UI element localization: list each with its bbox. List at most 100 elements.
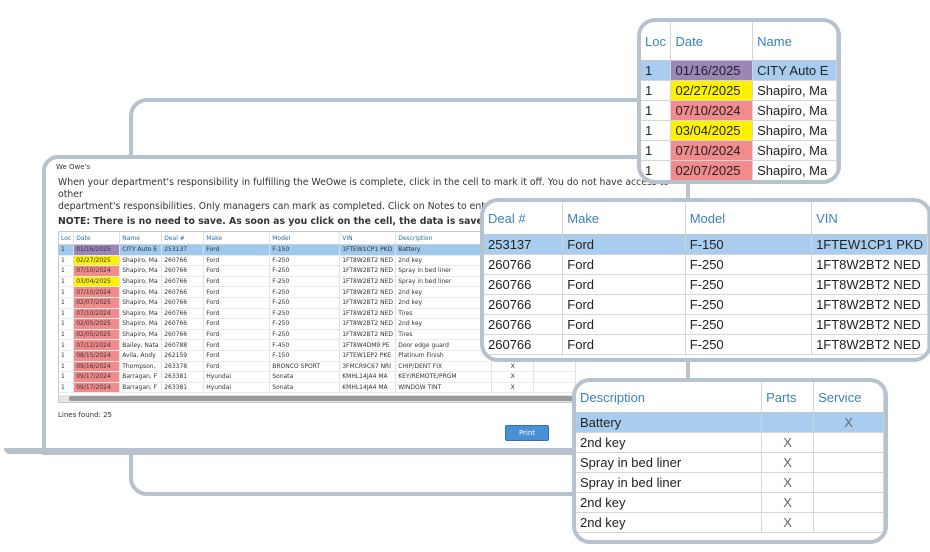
grid-cell-vin: KMHL14JA4 MA [339,371,397,383]
zoom3-cell-desc: Spray in bed liner [576,452,763,473]
zoom3-row[interactable]: 2nd key X [576,492,884,513]
zoom3-cell-desc: 2nd key [576,512,763,533]
zoom3-cell-parts[interactable]: X [761,492,815,513]
grid-cell-loc: 1 [59,318,75,330]
zoom1-cell-date: 02/27/2025 [670,80,754,101]
zoom1-row[interactable]: 1 01/16/2025 CITY Auto E [641,60,837,81]
grid-header-deal[interactable]: Deal # [161,232,205,245]
zoom3-cell-parts[interactable]: X [761,432,815,453]
grid-cell-vin: 1FT8W2BT2 NED [339,265,397,277]
grid-cell-deal: 260766 [161,276,205,288]
grid-cell-loc: 1 [59,329,75,341]
grid-cell-vin: 1FT8W2BT2 NED [339,318,397,330]
grid-header-make[interactable]: Make [203,232,271,245]
zoom3-header-description[interactable]: Description [576,382,763,413]
zoom2-cell-vin: 1FT8W2BT2 NED [811,254,928,275]
grid-cell-parts[interactable]: X [491,371,535,383]
grid-cell-make: Ford [203,318,271,330]
grid-cell-vin: 1FT8W2BT2 NED [339,308,397,320]
grid-cell-service[interactable] [533,382,577,394]
zoom3-cell-service[interactable] [813,472,884,493]
scrollbar-thumb[interactable] [69,396,589,401]
zoom3-header-service[interactable]: Service [813,382,884,413]
zoom3-row[interactable]: Spray in bed liner X [576,472,884,493]
grid-cell-service[interactable] [533,361,577,373]
grid-cell-desc: Battery [395,244,493,256]
grid-cell-deal: 260766 [161,308,205,320]
grid-header-vin[interactable]: VIN [339,232,397,245]
grid-cell-make: Ford [203,308,271,320]
grid-header-name[interactable]: Name [119,232,163,245]
zoom2-header-deal[interactable]: Deal # [484,202,564,235]
zoom3-cell-service[interactable] [813,492,884,513]
zoom1-row[interactable]: 1 03/04/2025 Shapiro, Ma [641,120,837,141]
grid-row[interactable]: 1 09/16/2024 Thompson, 263378 Ford BRONCO SPO… [59,361,577,373]
zoom2-cell-make: Ford [562,294,686,315]
zoom2-header-model[interactable]: Model [685,202,813,235]
zoom1-row[interactable]: 1 07/10/2024 Shapiro, Ma [641,140,837,161]
grid-cell-vin: 1FT8W2BT2 NED [339,286,397,298]
zoom1-header-name[interactable]: Name [752,22,837,61]
grid-cell-name: Shapiro, Ma [119,318,163,330]
grid-cell-vin: 3FMCR9C67 NRI [339,361,397,373]
grid-cell-model: F-250 [269,318,341,330]
grid-cell-parts[interactable]: X [491,382,535,394]
zoom2-header-make[interactable]: Make [562,202,686,235]
zoom1-cell-name: Shapiro, Ma [752,120,837,141]
grid-cell-desc: KEY/REMOTE/PRGM [395,371,493,383]
grid-header-model[interactable]: Model [269,232,341,245]
grid-cell-loc: 1 [59,382,75,394]
zoom3-cell-service[interactable]: X [813,412,884,433]
zoom3-cell-parts[interactable]: X [761,452,815,473]
zoom1-row[interactable]: 1 02/07/2025 Shapiro, Ma [641,160,837,180]
grid-cell-make: Ford [203,286,271,298]
zoom2-row[interactable]: 260766 Ford F-250 1FT8W2BT2 NED [484,254,928,275]
grid-cell-vin: 1FT8W4DM9 PE [339,339,397,351]
laptop-base [4,448,624,454]
zoom2-row[interactable]: 260766 Ford F-250 1FT8W2BT2 NED [484,294,928,315]
zoom3-cell-service[interactable] [813,512,884,533]
zoom3-row[interactable]: 2nd key X [576,432,884,453]
zoom3-row[interactable]: Battery X [576,412,884,433]
zoom3-cell-service[interactable] [813,452,884,473]
grid-cell-service[interactable] [533,371,577,383]
grid-row[interactable]: 1 09/17/2024 Barragan, F 263381 Hyundai Sonat… [59,382,577,394]
zoom2-cell-make: Ford [562,234,686,255]
zoom2-cell-make: Ford [562,254,686,275]
zoom2-row[interactable]: 260766 Ford F-250 1FT8W2BT2 NED [484,274,928,295]
grid-header-description[interactable]: Description [395,232,493,245]
print-button[interactable]: Print [505,425,549,441]
zoom2-row[interactable]: 253137 Ford F-150 1FTEW1CP1 PKD [484,234,928,255]
zoom3-row[interactable]: 2nd key X [576,512,884,533]
zoom1-cell-loc: 1 [641,60,672,81]
zoom1-header-loc[interactable]: Loc [641,22,672,61]
zoom2-row[interactable]: 260766 Ford F-250 1FT8W2BT2 NED [484,314,928,335]
zoom2-cell-deal: 260766 [484,314,564,335]
zoom3-cell-parts[interactable]: X [761,512,815,533]
grid-cell-desc: Tires [395,329,493,341]
zoom2-header-vin[interactable]: VIN [811,202,928,235]
zoom3-cell-parts[interactable] [761,412,815,433]
zoom3-cell-parts[interactable]: X [761,472,815,493]
grid-cell-loc: 1 [59,361,75,373]
zoom3-row[interactable]: Spray in bed liner X [576,452,884,473]
grid-cell-deal: 260766 [161,318,205,330]
grid-cell-name: Shapiro, Ma [119,265,163,277]
zoom1-row[interactable]: 1 02/27/2025 Shapiro, Ma [641,80,837,101]
zoom1-header-date[interactable]: Date [670,22,754,61]
zoom-card-description-parts-service: Description Parts Service Battery X 2nd key X… [572,378,888,544]
grid-cell-parts[interactable]: X [491,361,535,373]
grid-cell-desc: WINDOW TINT [395,382,493,394]
grid-cell-desc: Spray in bed liner [395,276,493,288]
zoom3-header-parts[interactable]: Parts [761,382,815,413]
grid-row[interactable]: 1 09/17/2024 Barragan, F 263381 Hyundai Sonat… [59,371,577,383]
grid-cell-loc: 1 [59,276,75,288]
grid-header-loc[interactable]: Loc [59,232,75,245]
grid-cell-name: Shapiro, Ma [119,329,163,341]
zoom3-cell-service[interactable] [813,432,884,453]
grid-cell-loc: 1 [59,286,75,298]
grid-cell-vin: KMHL14JA4 MA [339,382,397,394]
zoom2-row[interactable]: 260766 Ford F-250 1FT8W2BT2 NED [484,334,928,355]
grid-header-date[interactable]: Date [73,232,121,245]
zoom1-row[interactable]: 1 07/10/2024 Shapiro, Ma [641,100,837,121]
